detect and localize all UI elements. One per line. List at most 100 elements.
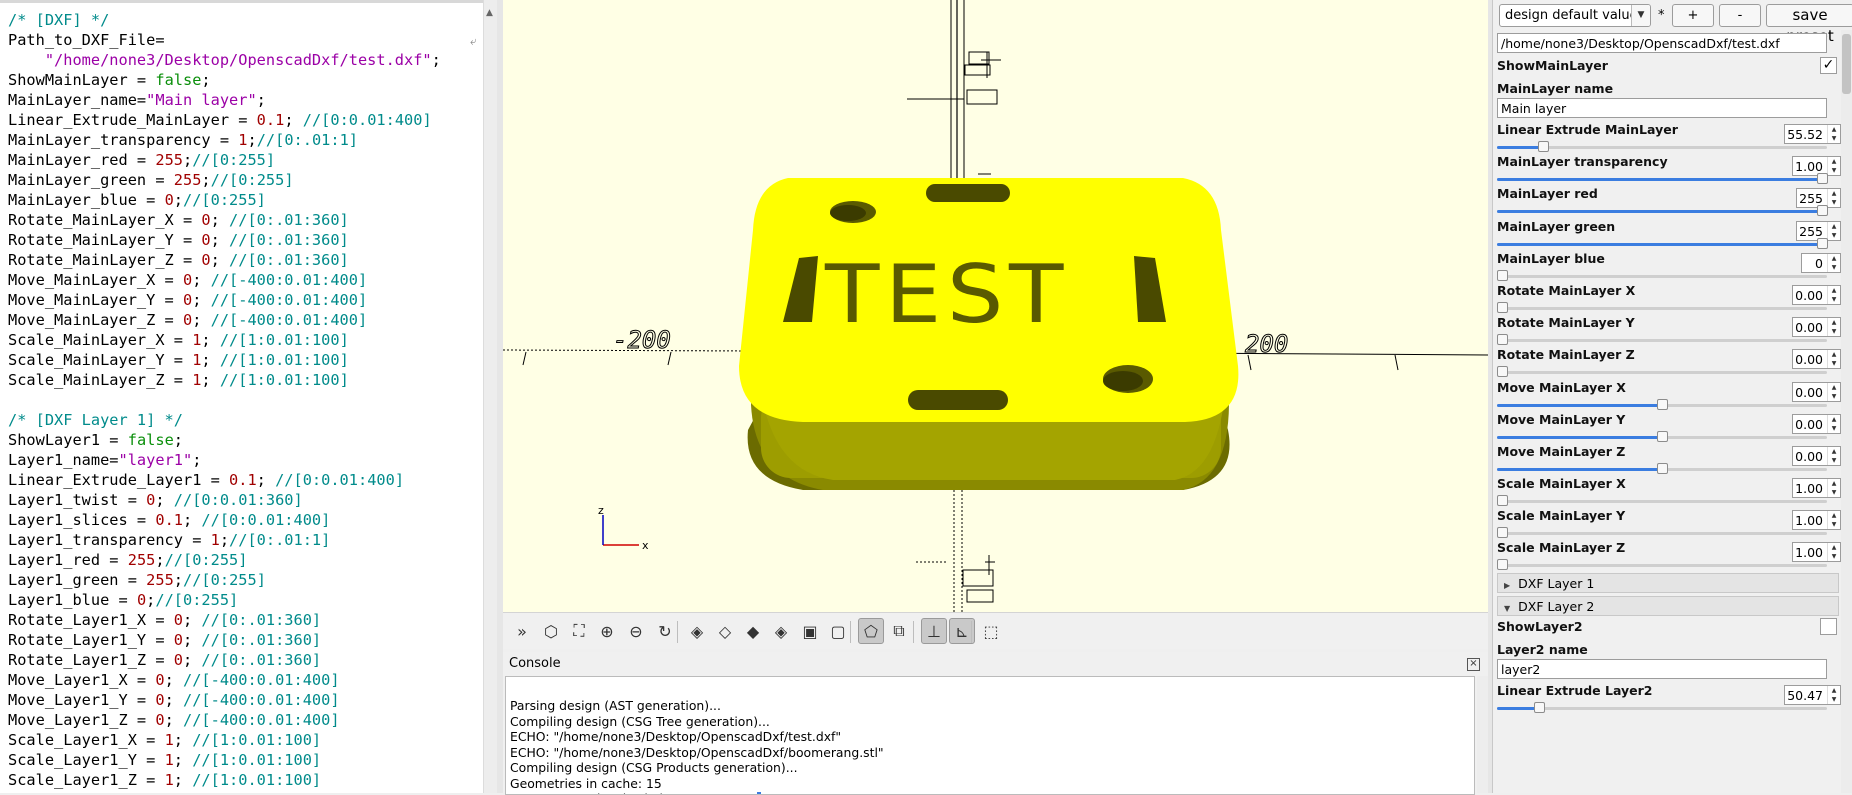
code-line[interactable]: Path_to_DXF_File= <box>8 30 441 50</box>
code-line[interactable]: Linear_Extrude_Layer1 = 0.1; //[0:0.01:4… <box>8 470 441 490</box>
zoom-out-icon[interactable]: ⊖ <box>623 618 649 644</box>
spin-arrows-icon[interactable]: ▲ ▼ <box>1827 511 1840 530</box>
view-front-icon[interactable]: ▣ <box>797 618 823 644</box>
view-all-icon[interactable]: ⛶ <box>566 618 592 644</box>
slider-handle[interactable] <box>1497 559 1508 571</box>
code-line[interactable]: Move_MainLayer_Y = 0; //[-400:0.01:400] <box>8 290 441 310</box>
code-line[interactable]: Layer1_slices = 0.1; //[0:0.01:400] <box>8 510 441 530</box>
code-line[interactable]: Layer1_twist = 0; //[0:0.01:360] <box>8 490 441 510</box>
save-preset-button[interactable]: save preset <box>1766 4 1852 45</box>
code-line[interactable]: /* [DXF] */ <box>8 10 441 30</box>
code-line[interactable]: Layer1_name="layer1"; <box>8 450 441 470</box>
code-editor[interactable]: /* [DXF] */ Path_to_DXF_File= "/home/none… <box>0 0 498 793</box>
code-line[interactable]: Move_Layer1_Y = 0; //[-400:0.01:400] <box>8 690 441 710</box>
code-line[interactable]: Scale_Layer1_Y = 1; //[1:0.01:100] <box>8 750 441 770</box>
value-slider[interactable] <box>1497 701 1827 715</box>
spin-arrows-icon[interactable]: ▲ ▼ <box>1827 685 1840 704</box>
code-line[interactable]: Move_Layer1_Z = 0; //[-400:0.01:400] <box>8 710 441 730</box>
spin-arrows-icon[interactable]: ▲ ▼ <box>1827 125 1840 143</box>
view-right-icon[interactable]: ◈ <box>684 618 710 644</box>
slider-track[interactable] <box>1497 339 1827 343</box>
code-text[interactable]: /* [DXF] */ Path_to_DXF_File= "/home/none… <box>8 10 441 790</box>
fold-marker-icon[interactable]: ⤶ <box>470 34 477 49</box>
slider-handle[interactable] <box>1533 701 1545 713</box>
spin-arrows-icon[interactable]: ▲ ▼ <box>1827 350 1840 369</box>
code-line[interactable]: Layer1_red = 255;//[0:255] <box>8 550 441 570</box>
spin-arrows-icon[interactable]: ▲ ▼ <box>1827 253 1840 272</box>
code-line[interactable]: Move_MainLayer_X = 0; //[-400:0.01:400] <box>8 270 441 290</box>
slider-track[interactable] <box>1497 532 1827 536</box>
code-line[interactable]: Rotate_MainLayer_X = 0; //[0:.01:360] <box>8 210 441 230</box>
code-line[interactable]: MainLayer_red = 255;//[0:255] <box>8 150 441 170</box>
3d-viewport[interactable]: TEST -200 200 z x <box>503 0 1488 612</box>
customizer-scrollbar[interactable] <box>1841 30 1852 793</box>
code-line[interactable]: Scale_MainLayer_Y = 1; //[1:0.01:100] <box>8 350 441 370</box>
code-line[interactable]: MainLayer_green = 255;//[0:255] <box>8 170 441 190</box>
slider-track[interactable] <box>1497 371 1827 375</box>
code-line[interactable]: ShowLayer1 = false; <box>8 430 441 450</box>
code-line[interactable]: Rotate_Layer1_X = 0; //[0:.01:360] <box>8 610 441 630</box>
code-line[interactable]: ShowMainLayer = false; <box>8 70 441 90</box>
code-line[interactable]: Scale_Layer1_X = 1; //[1:0.01:100] <box>8 730 441 750</box>
view-bottom-icon[interactable]: ◆ <box>740 618 766 644</box>
spin-arrows-icon[interactable]: ▲ ▼ <box>1827 285 1840 304</box>
slider-track[interactable] <box>1497 500 1827 504</box>
preview-icon[interactable]: » <box>509 618 535 644</box>
spin-arrows-icon[interactable]: ▲ ▼ <box>1827 221 1840 240</box>
chevron-down-icon[interactable]: ▼ <box>1631 5 1650 26</box>
code-line[interactable]: Scale_MainLayer_Z = 1; //[1:0.01:100] <box>8 370 441 390</box>
checkbox[interactable]: ✓ <box>1820 57 1837 74</box>
collapsed-arrow-icon[interactable]: ▶ <box>1504 581 1510 590</box>
expanded-arrow-icon[interactable]: ▼ <box>1504 604 1510 613</box>
code-line[interactable]: "/home/none3/Desktop/OpenscadDxf/test.dx… <box>8 50 441 70</box>
orthogonal-icon[interactable]: ⧉ <box>886 618 912 644</box>
code-line[interactable]: Rotate_MainLayer_Z = 0; //[0:.01:360] <box>8 250 441 270</box>
code-line[interactable] <box>8 390 441 410</box>
section-dxf-layer-2[interactable]: ▼ DXF Layer 2 <box>1497 595 1839 616</box>
value-slider[interactable] <box>1497 558 1827 572</box>
editor-scrollbar[interactable] <box>483 0 497 793</box>
code-line[interactable]: Scale_MainLayer_X = 1; //[1:0.01:100] <box>8 330 441 350</box>
slider-track[interactable] <box>1497 274 1827 278</box>
code-line[interactable]: MainLayer_blue = 0;//[0:255] <box>8 190 441 210</box>
spin-arrows-icon[interactable]: ▲ ▼ <box>1827 157 1840 176</box>
spin-arrows-icon[interactable]: ▲ ▼ <box>1827 479 1840 498</box>
remove-preset-button[interactable]: - <box>1719 4 1761 27</box>
preset-dropdown[interactable]: design default values ▼ <box>1499 4 1651 27</box>
code-line[interactable]: Layer1_blue = 0;//[0:255] <box>8 590 441 610</box>
spin-arrows-icon[interactable]: ▲ ▼ <box>1827 318 1840 337</box>
console-scrollbar[interactable] <box>1477 676 1488 793</box>
render-icon[interactable]: ⬡ <box>538 618 564 644</box>
show-edges-icon[interactable]: ⬚ <box>978 618 1004 644</box>
code-line[interactable]: MainLayer_transparency = 1;//[0:.01:1] <box>8 130 441 150</box>
code-line[interactable]: /* [DXF Layer 1] */ <box>8 410 441 430</box>
scroll-up-arrow-icon[interactable]: ▲ <box>486 8 496 18</box>
console-output[interactable]: Parsing design (AST generation)... Compil… <box>505 676 1475 795</box>
view-left-icon[interactable]: ◈ <box>768 618 794 644</box>
reset-view-icon[interactable]: ↻ <box>652 618 678 644</box>
add-preset-button[interactable]: + <box>1672 4 1714 27</box>
slider-track[interactable] <box>1497 706 1827 710</box>
code-line[interactable]: MainLayer_name="Main layer"; <box>8 90 441 110</box>
code-line[interactable]: Layer1_green = 255;//[0:255] <box>8 570 441 590</box>
spin-arrows-icon[interactable]: ▲ ▼ <box>1827 543 1840 562</box>
view-top-icon[interactable]: ◇ <box>712 618 738 644</box>
code-line[interactable]: Rotate_Layer1_Y = 0; //[0:.01:360] <box>8 630 441 650</box>
code-line[interactable]: Move_Layer1_X = 0; //[-400:0.01:400] <box>8 670 441 690</box>
code-line[interactable]: Layer1_transparency = 1;//[0:.01:1] <box>8 530 441 550</box>
path-to-dxf-field[interactable]: /home/none3/Desktop/OpenscadDxf/test.dxf <box>1497 33 1827 53</box>
text-field[interactable]: Main layer <box>1497 98 1827 118</box>
section-dxf-layer-1[interactable]: ▶ DXF Layer 1 <box>1497 572 1839 593</box>
close-icon[interactable]: × <box>1467 658 1480 671</box>
code-line[interactable]: Rotate_MainLayer_Y = 0; //[0:.01:360] <box>8 230 441 250</box>
spin-arrows-icon[interactable]: ▲ ▼ <box>1827 189 1840 208</box>
spin-arrows-icon[interactable]: ▲ ▼ <box>1827 382 1840 401</box>
zoom-in-icon[interactable]: ⊕ <box>594 618 620 644</box>
code-line[interactable]: Linear_Extrude_MainLayer = 0.1; //[0:0.0… <box>8 110 441 130</box>
spin-arrows-icon[interactable]: ▲ ▼ <box>1827 446 1840 465</box>
code-line[interactable]: Move_MainLayer_Z = 0; //[-400:0.01:400] <box>8 310 441 330</box>
code-line[interactable]: Scale_Layer1_Z = 1; //[1:0.01:100] <box>8 770 441 790</box>
slider-track[interactable] <box>1497 564 1827 568</box>
slider-track[interactable] <box>1497 306 1827 310</box>
show-axes-icon[interactable]: ⊥ <box>921 618 947 644</box>
